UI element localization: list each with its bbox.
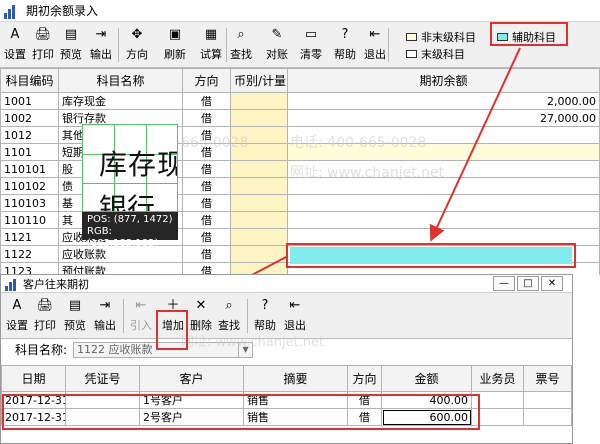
find-icon: ⌕ xyxy=(225,298,233,313)
pixel-info-tooltip: POS: (877, 1472) RGB: (182,182,182) xyxy=(82,212,178,249)
toolbar-separator xyxy=(123,299,124,333)
tooltip-rgb: RGB: (182,182,182) xyxy=(87,226,159,249)
col-header-ticket: 票号 xyxy=(523,365,572,392)
dialog-find-button[interactable]: ⌕ 查找 xyxy=(215,297,243,335)
dialog-exit-button[interactable]: ⇤ 退出 xyxy=(281,297,309,335)
subject-select-value: 1122 应收账款 xyxy=(77,342,153,356)
print-icon: 🖨 xyxy=(36,298,54,313)
col-header-amount: 金额 xyxy=(381,365,472,392)
maximize-button[interactable]: □ xyxy=(517,276,539,291)
subject-field-label: 科目名称: xyxy=(15,343,68,357)
arrow-legend-to-cell xyxy=(429,47,521,242)
dialog-print-button[interactable]: 🖨 打印 xyxy=(31,297,59,335)
zoom-text-line2: 银行 xyxy=(99,192,156,212)
output-icon: ⇥ xyxy=(99,298,111,313)
dialog-setup-button[interactable]: A 设置 xyxy=(3,297,31,335)
dialog-grid-header-row: 日期 凭证号 客户 摘要 方向 金额 业务员 票号 xyxy=(1,365,572,392)
dialog-setup-label: 设置 xyxy=(6,319,28,332)
annotation-box-entry-rows xyxy=(2,394,480,430)
setup-icon: A xyxy=(12,298,22,313)
watermark-web: 网址: www.chanjet.net xyxy=(181,335,325,350)
dialog-import-label: 引入 xyxy=(130,319,152,332)
minimize-button[interactable]: — xyxy=(493,276,515,291)
delete-icon: ✕ xyxy=(195,298,207,313)
help-icon: ? xyxy=(261,298,269,313)
import-icon: ⇤ xyxy=(135,298,147,313)
col-header-summary: 摘要 xyxy=(243,365,348,392)
dialog-delete-button[interactable]: ✕ 删除 xyxy=(187,297,215,335)
dialog-preview-label: 预览 xyxy=(64,319,86,332)
dialog-output-button[interactable]: ⇥ 输出 xyxy=(91,297,119,335)
close-button[interactable]: ✕ xyxy=(541,276,563,291)
col-header-clerk: 业务员 xyxy=(471,365,524,392)
dialog-import-button[interactable]: ⇤ 引入 xyxy=(127,297,155,335)
col-header-voucher: 凭证号 xyxy=(65,365,140,392)
dialog-help-button[interactable]: ? 帮助 xyxy=(251,297,279,335)
zoom-magnifier: 库存现 银行 xyxy=(82,124,178,212)
toolbar-separator xyxy=(247,299,248,333)
cell-ticket[interactable] xyxy=(523,408,572,426)
dialog-app-icon xyxy=(5,277,19,291)
dialog-titlebar: 客户往来期初 — □ ✕ xyxy=(1,275,572,293)
col-header-customer: 客户 xyxy=(139,365,244,392)
exit-icon: ⇤ xyxy=(289,298,301,313)
col-header-direction: 方向 xyxy=(347,365,382,392)
tooltip-pos: POS: (877, 1472) xyxy=(87,214,173,225)
dialog-print-label: 打印 xyxy=(34,319,56,332)
cell-ticket[interactable] xyxy=(523,391,572,409)
col-header-date: 日期 xyxy=(1,365,66,392)
dialog-title: 客户往来期初 xyxy=(23,277,89,291)
zoom-text-line1: 库存现 xyxy=(99,148,178,181)
dialog-output-label: 输出 xyxy=(94,319,116,332)
dialog-preview-button[interactable]: ▤ 预览 xyxy=(61,297,89,335)
preview-icon: ▤ xyxy=(68,298,82,313)
annotation-box-add-button xyxy=(156,310,188,350)
